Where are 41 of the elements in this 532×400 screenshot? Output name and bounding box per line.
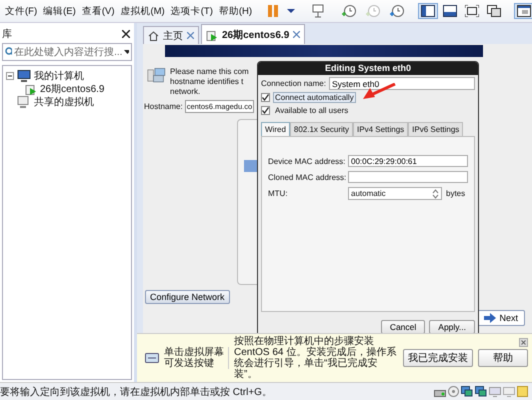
panel-title: 库 (2, 28, 12, 41)
tree-item[interactable]: 共享的虚拟机 (34, 94, 94, 108)
intro-text: Please name this com (170, 67, 249, 77)
checkbox-label[interactable]: Available to all users (273, 105, 350, 116)
checkbox-label[interactable]: Connect automatically (273, 92, 356, 103)
tab[interactable]: IPv6 Settings (408, 122, 464, 136)
configure-network-button[interactable]: Configure Network (145, 290, 230, 304)
tab[interactable]: IPv4 Settings (353, 122, 408, 136)
menu-item[interactable]: 帮助(H) (216, 4, 256, 18)
next-button[interactable]: Next (477, 310, 525, 326)
field-label: Cloned MAC address: (268, 172, 348, 182)
hint-text: 可发送按键 (164, 358, 215, 369)
menu-item[interactable]: 选项卡(T) (168, 4, 216, 18)
tab[interactable]: 802.1x Security (290, 122, 354, 136)
text-field[interactable]: 00:0C:29:29:00:61 (348, 155, 468, 167)
tree-item[interactable]: 我的计算机 (34, 68, 84, 82)
status-text: 要将输入定向到该虚拟机，请在虚拟机内部单击或按 Ctrl+G。 (0, 386, 272, 398)
field-label: Device MAC address: (268, 156, 346, 166)
dialog-button[interactable]: Cancel (380, 320, 426, 334)
hint-message: 按照在物理计算机中的步骤安装 CentOS 64 位。安装完成后，操作系统会进行引导，单击“我已完成安装”。 (234, 336, 398, 380)
intro-text: hostname identifies t (170, 77, 244, 87)
hint-text: 单击虚拟屏幕 (164, 347, 224, 358)
tab[interactable]: Wired (261, 122, 290, 136)
field-label: MTU: (268, 189, 289, 198)
spin-field[interactable]: automatic (348, 187, 442, 200)
menu-item[interactable]: 虚拟机(M) (117, 4, 168, 18)
dialog-title: Editing System eth0 (258, 62, 478, 75)
menu-item[interactable]: 查看(V) (78, 4, 118, 18)
intro-text: network. (170, 87, 202, 97)
tree-item[interactable]: 26期centos6.9 (40, 82, 104, 96)
menu-item[interactable]: 文件(F) (2, 4, 40, 18)
hint-button[interactable]: 帮助 (478, 349, 528, 367)
field-label: Hostname: (144, 102, 183, 111)
tab[interactable]: 主页 (143, 26, 199, 44)
dialog-button[interactable]: Apply... (429, 320, 475, 334)
tab[interactable]: 26期centos6.9 (201, 24, 306, 44)
unit-label: bytes (446, 189, 466, 198)
hint-button[interactable]: 我已完成安装 (403, 349, 473, 367)
connection-name-field[interactable]: System eth0 (328, 77, 475, 90)
field-label: Connection name: (261, 79, 326, 88)
menu-item[interactable]: 编辑(E) (40, 4, 79, 18)
